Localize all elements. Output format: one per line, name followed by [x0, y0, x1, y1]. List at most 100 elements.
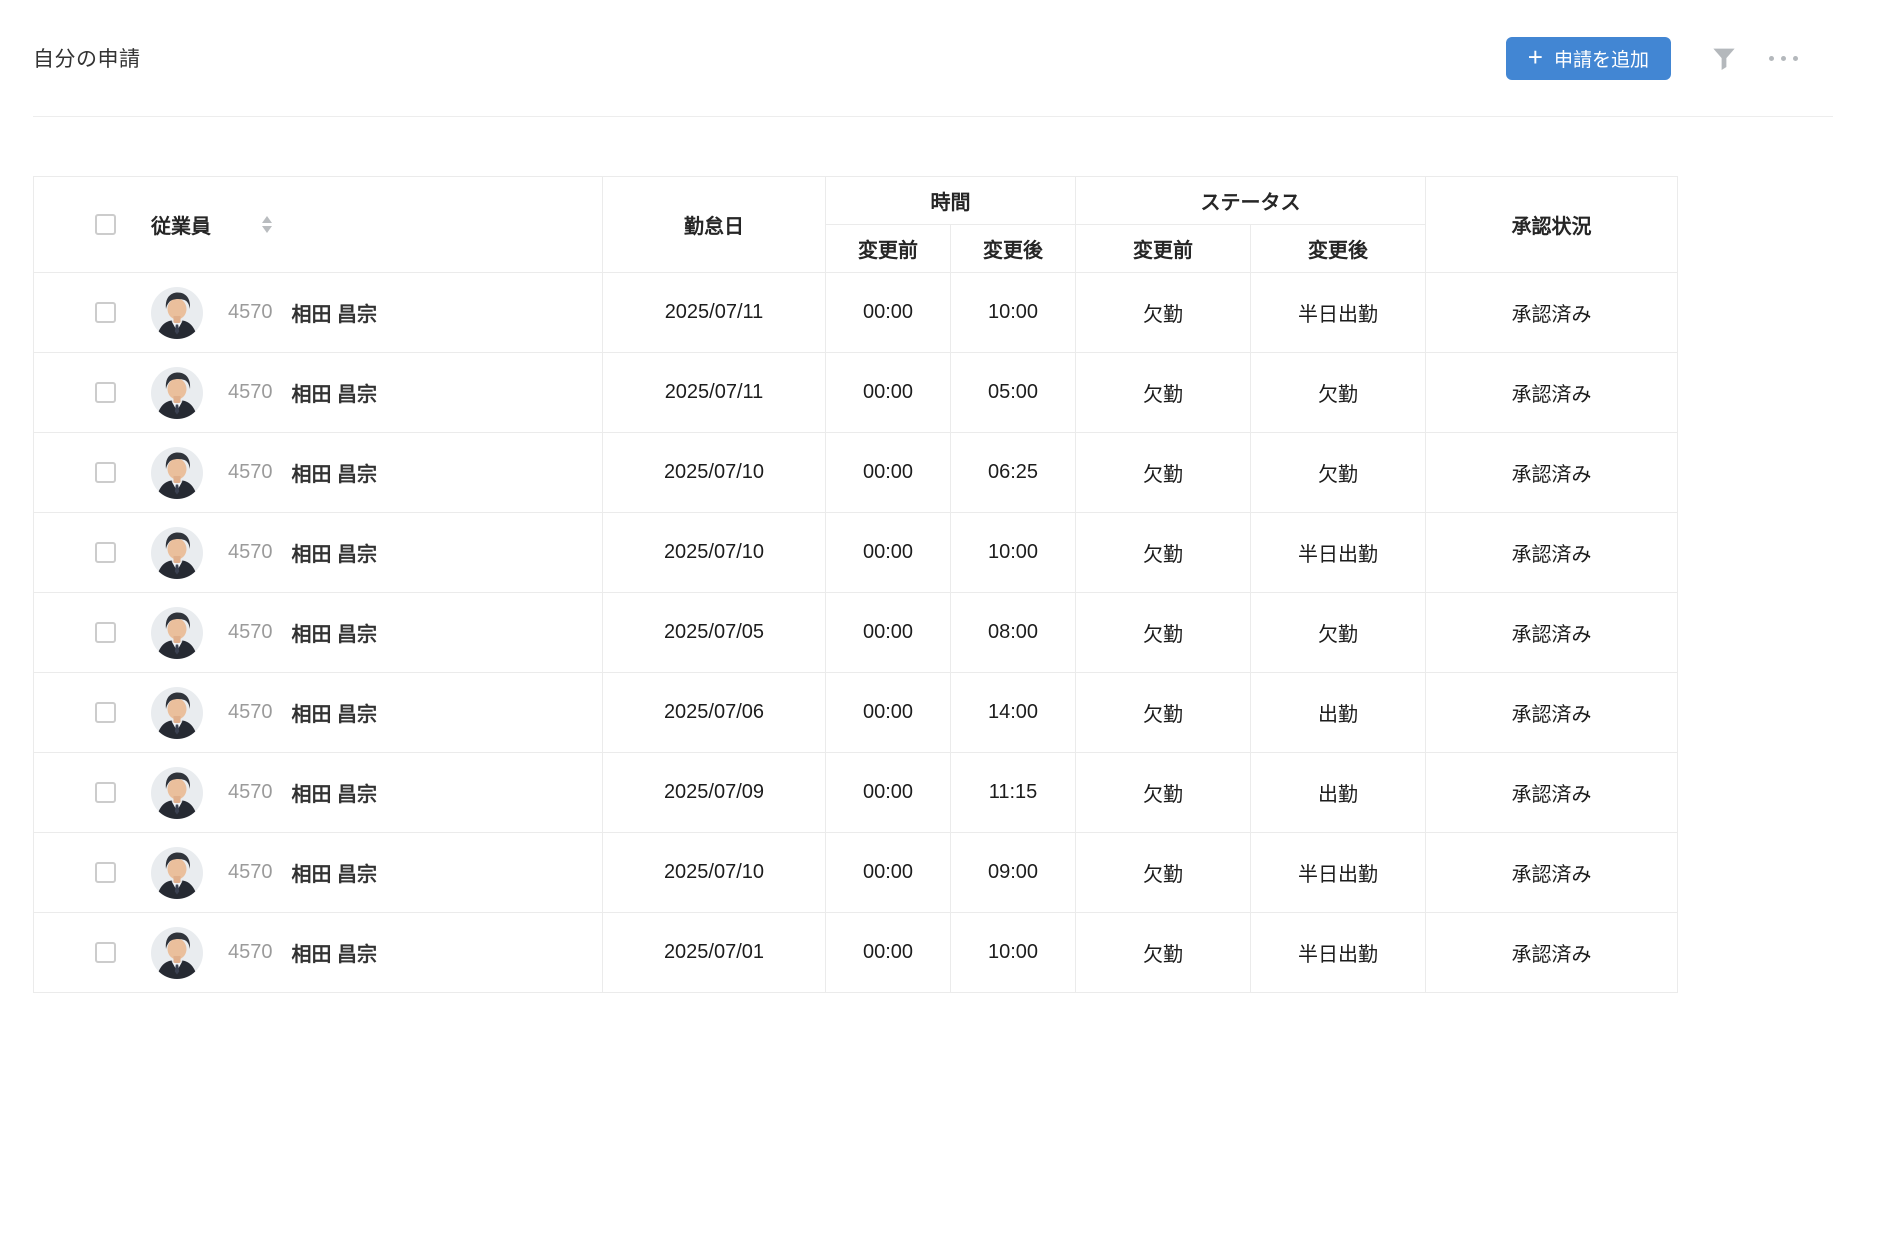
- employee-avatar: [151, 447, 203, 499]
- row-checkbox[interactable]: [95, 702, 116, 723]
- attendance-date-cell: 2025/07/06: [603, 673, 826, 753]
- approval-column-header: 承認状況: [1426, 177, 1678, 273]
- employee-cell: 4570 相田 昌宗: [34, 513, 603, 593]
- employee-avatar: [151, 767, 203, 819]
- status-after-cell: 欠勤: [1251, 433, 1426, 513]
- employee-avatar: [151, 607, 203, 659]
- row-checkbox[interactable]: [95, 382, 116, 403]
- time-before-cell: 00:00: [826, 913, 951, 993]
- approval-status-cell: 承認済み: [1426, 273, 1678, 353]
- table-row[interactable]: 4570 相田 昌宗 2025/07/10 00:00 10:00 欠勤 半日出…: [34, 513, 1678, 593]
- status-before-cell: 欠勤: [1076, 513, 1251, 593]
- employee-cell: 4570 相田 昌宗: [34, 593, 603, 673]
- row-checkbox[interactable]: [95, 462, 116, 483]
- add-request-button-label: 申請を追加: [1554, 45, 1649, 72]
- status-after-cell: 半日出勤: [1251, 913, 1426, 993]
- employee-id: 4570: [228, 861, 273, 884]
- row-checkbox[interactable]: [95, 942, 116, 963]
- time-before-cell: 00:00: [826, 273, 951, 353]
- employee-id: 4570: [228, 781, 273, 804]
- table-row[interactable]: 4570 相田 昌宗 2025/07/05 00:00 08:00 欠勤 欠勤 …: [34, 593, 1678, 673]
- employee-id: 4570: [228, 541, 273, 564]
- employee-id: 4570: [228, 621, 273, 644]
- sort-icon[interactable]: [262, 216, 272, 233]
- status-before-cell: 欠勤: [1076, 273, 1251, 353]
- status-before-cell: 欠勤: [1076, 353, 1251, 433]
- filter-button[interactable]: [1709, 43, 1739, 73]
- employee-cell: 4570 相田 昌宗: [34, 273, 603, 353]
- table-row[interactable]: 4570 相田 昌宗 2025/07/10 00:00 06:25 欠勤 欠勤 …: [34, 433, 1678, 513]
- employee-cell: 4570 相田 昌宗: [34, 673, 603, 753]
- row-checkbox[interactable]: [95, 302, 116, 323]
- employee-avatar: [151, 287, 203, 339]
- status-after-cell: 半日出勤: [1251, 513, 1426, 593]
- attendance-date-cell: 2025/07/05: [603, 593, 826, 673]
- employee-name: 相田 昌宗: [292, 858, 378, 887]
- more-options-button[interactable]: [1769, 56, 1798, 61]
- row-checkbox[interactable]: [95, 542, 116, 563]
- status-before-header: 変更前: [1076, 225, 1251, 273]
- employee-name: 相田 昌宗: [292, 378, 378, 407]
- status-before-cell: 欠勤: [1076, 833, 1251, 913]
- table-row[interactable]: 4570 相田 昌宗 2025/07/09 00:00 11:15 欠勤 出勤 …: [34, 753, 1678, 833]
- table-row[interactable]: 4570 相田 昌宗 2025/07/11 00:00 10:00 欠勤 半日出…: [34, 273, 1678, 353]
- table-row[interactable]: 4570 相田 昌宗 2025/07/11 00:00 05:00 欠勤 欠勤 …: [34, 353, 1678, 433]
- employee-id: 4570: [228, 301, 273, 324]
- status-after-cell: 欠勤: [1251, 593, 1426, 673]
- employee-column-header: 従業員: [34, 177, 603, 273]
- status-after-cell: 半日出勤: [1251, 833, 1426, 913]
- add-request-button[interactable]: + 申請を追加: [1506, 37, 1671, 80]
- employee-name: 相田 昌宗: [292, 938, 378, 967]
- employee-cell: 4570 相田 昌宗: [34, 433, 603, 513]
- employee-name: 相田 昌宗: [292, 778, 378, 807]
- row-checkbox[interactable]: [95, 782, 116, 803]
- employee-name: 相田 昌宗: [292, 538, 378, 567]
- status-before-cell: 欠勤: [1076, 673, 1251, 753]
- row-checkbox[interactable]: [95, 622, 116, 643]
- employee-name: 相田 昌宗: [292, 458, 378, 487]
- employee-id: 4570: [228, 701, 273, 724]
- status-before-cell: 欠勤: [1076, 593, 1251, 673]
- table-row[interactable]: 4570 相田 昌宗 2025/07/06 00:00 14:00 欠勤 出勤 …: [34, 673, 1678, 753]
- approval-status-cell: 承認済み: [1426, 513, 1678, 593]
- employee-cell: 4570 相田 昌宗: [34, 833, 603, 913]
- attendance-date-cell: 2025/07/01: [603, 913, 826, 993]
- table-header: 従業員 勤怠日 時間 ステータス 承認状況 変更前 変更後 変更前 変更後: [34, 177, 1678, 273]
- employee-name: 相田 昌宗: [292, 298, 378, 327]
- table-row[interactable]: 4570 相田 昌宗 2025/07/10 00:00 09:00 欠勤 半日出…: [34, 833, 1678, 913]
- employee-id: 4570: [228, 941, 273, 964]
- employee-column-label: 従業員: [151, 210, 211, 239]
- select-all-checkbox[interactable]: [95, 214, 116, 235]
- status-after-cell: 出勤: [1251, 673, 1426, 753]
- attendance-date-cell: 2025/07/11: [603, 273, 826, 353]
- time-after-cell: 09:00: [951, 833, 1076, 913]
- approval-status-cell: 承認済み: [1426, 593, 1678, 673]
- table-body: 4570 相田 昌宗 2025/07/11 00:00 10:00 欠勤 半日出…: [34, 273, 1678, 993]
- time-after-cell: 10:00: [951, 513, 1076, 593]
- time-after-cell: 10:00: [951, 913, 1076, 993]
- attendance-date-cell: 2025/07/11: [603, 353, 826, 433]
- attendance-date-cell: 2025/07/10: [603, 433, 826, 513]
- table-row[interactable]: 4570 相田 昌宗 2025/07/01 00:00 10:00 欠勤 半日出…: [34, 913, 1678, 993]
- employee-id: 4570: [228, 461, 273, 484]
- date-column-header: 勤怠日: [603, 177, 826, 273]
- employee-avatar: [151, 687, 203, 739]
- status-before-cell: 欠勤: [1076, 433, 1251, 513]
- employee-id: 4570: [228, 381, 273, 404]
- time-after-header: 変更後: [951, 225, 1076, 273]
- time-before-cell: 00:00: [826, 513, 951, 593]
- time-before-header: 変更前: [826, 225, 951, 273]
- filter-icon: [1709, 43, 1739, 73]
- status-before-cell: 欠勤: [1076, 913, 1251, 993]
- employee-avatar: [151, 367, 203, 419]
- time-before-cell: 00:00: [826, 593, 951, 673]
- plus-icon: +: [1528, 44, 1543, 70]
- time-before-cell: 00:00: [826, 673, 951, 753]
- employee-cell: 4570 相田 昌宗: [34, 353, 603, 433]
- time-after-cell: 14:00: [951, 673, 1076, 753]
- time-group-header: 時間: [826, 177, 1076, 225]
- time-after-cell: 10:00: [951, 273, 1076, 353]
- ellipsis-icon: [1769, 56, 1798, 61]
- row-checkbox[interactable]: [95, 862, 116, 883]
- status-before-cell: 欠勤: [1076, 753, 1251, 833]
